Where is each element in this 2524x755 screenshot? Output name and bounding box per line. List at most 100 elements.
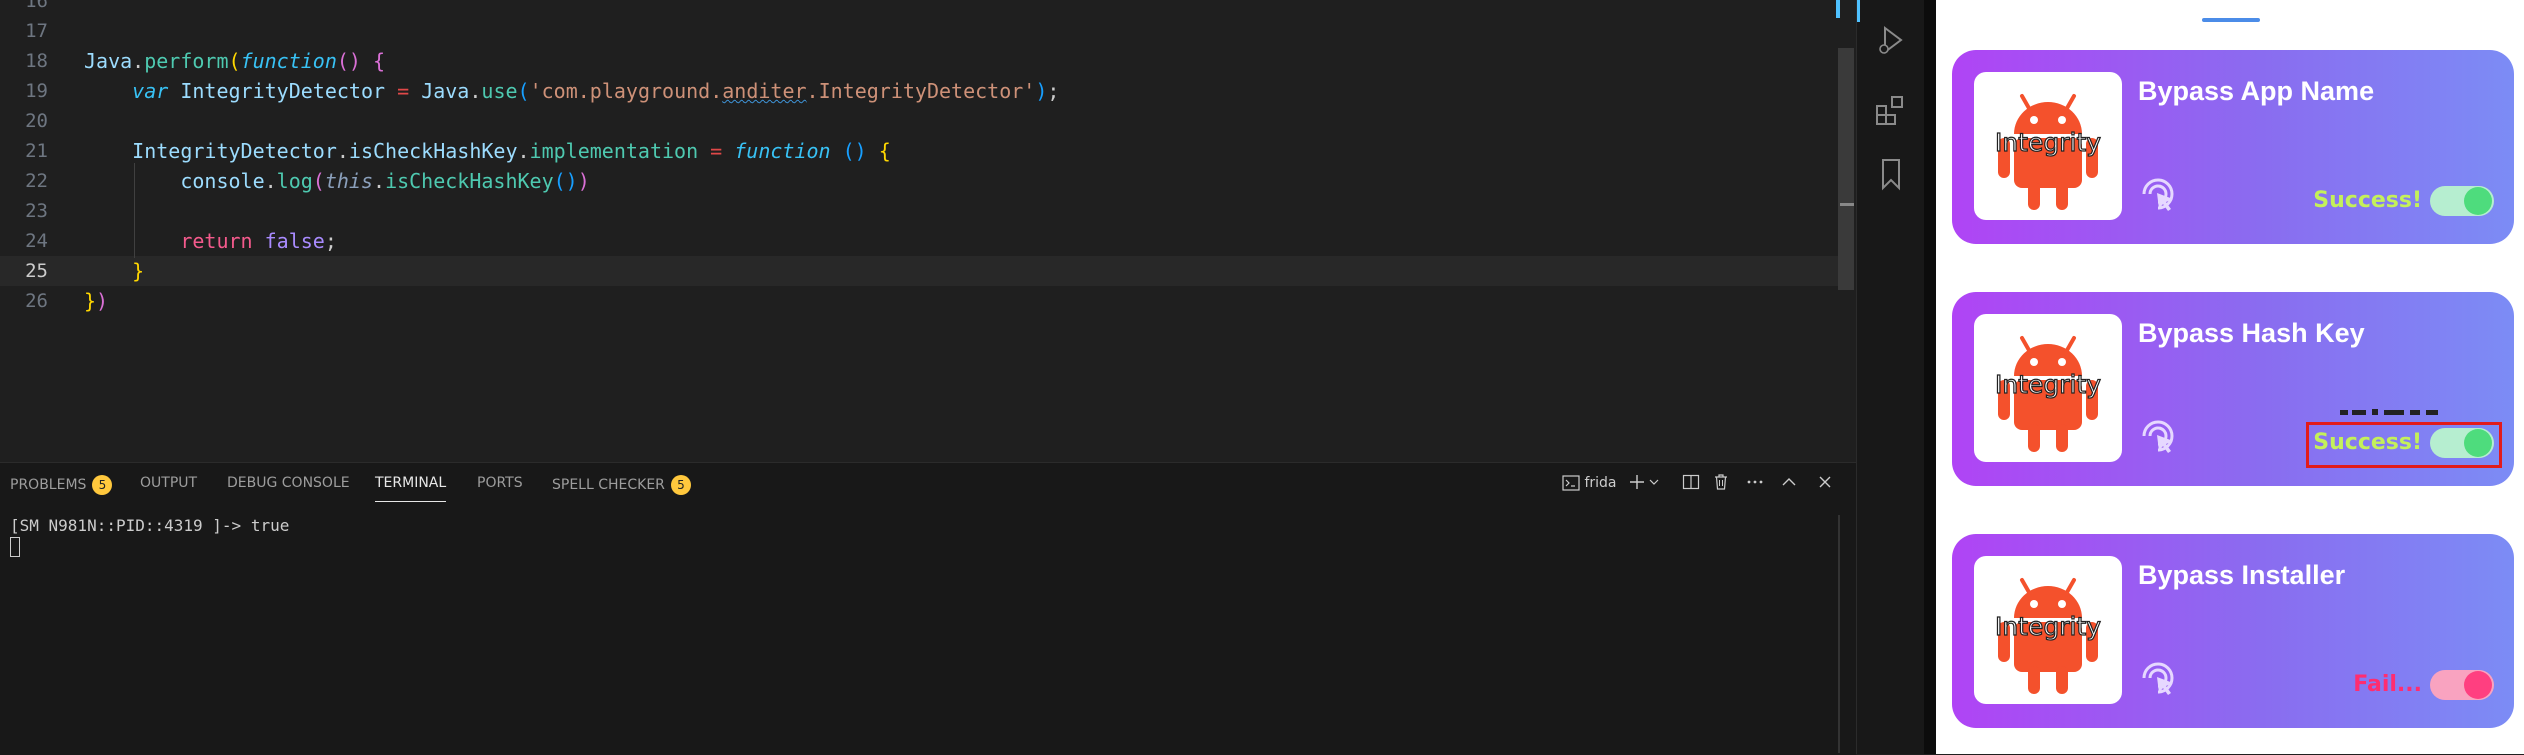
window-divider — [1924, 0, 1936, 754]
bookmark-icon[interactable] — [1873, 156, 1909, 192]
phone-app-screen: Integrity Bypass App Name Success! Integ… — [1936, 0, 2524, 754]
code-line[interactable]: 22 console.log(this.isCheckHashKey()) — [0, 166, 1840, 196]
terminal-selector[interactable]: frida — [1562, 475, 1617, 491]
line-number: 17 — [25, 20, 48, 42]
split-terminal-button[interactable] — [1682, 473, 1700, 496]
tap-cursor-icon[interactable] — [2138, 658, 2178, 698]
code-line[interactable]: 24 return false; — [0, 226, 1840, 256]
card-thumbnail: Integrity — [1974, 72, 2122, 220]
code-line[interactable]: 25 } — [0, 256, 1840, 286]
line-number: 19 — [25, 80, 48, 102]
maximize-panel-button[interactable] — [1780, 473, 1798, 496]
code-token: console — [180, 169, 265, 193]
code-text: console.log(this.isCheckHashKey()) — [84, 166, 590, 196]
split-icon — [1682, 474, 1700, 490]
status-label: Success! — [2313, 188, 2422, 213]
code-line[interactable]: 19 var IntegrityDetector = Java.use('com… — [0, 76, 1840, 106]
code-token: () — [336, 49, 361, 73]
code-token: . — [132, 49, 145, 73]
code-token: ' — [529, 79, 542, 103]
card-title: Bypass Hash Key — [2138, 318, 2365, 348]
ellipsis-icon — [1747, 480, 1763, 484]
code-token: anditer — [722, 79, 807, 103]
new-terminal-button[interactable] — [1628, 473, 1662, 496]
tab-label: PORTS — [477, 475, 523, 491]
trash-icon — [1715, 474, 1727, 490]
code-token: function — [734, 139, 831, 163]
code-text: } — [84, 256, 144, 286]
tab-label: PROBLEMS — [10, 477, 87, 493]
code-token: . — [336, 139, 349, 163]
bypass-card-app-name[interactable]: Integrity Bypass App Name Success! — [1952, 50, 2514, 244]
bypass-toggle[interactable] — [2430, 186, 2494, 216]
code-token: log — [276, 169, 313, 193]
terminal-cursor — [10, 537, 20, 557]
kill-terminal-button[interactable] — [1712, 473, 1730, 496]
terminal-output[interactable]: [SM N981N::PID::4319 ]-> true — [10, 515, 289, 537]
code-line[interactable]: 20 — [0, 106, 1840, 136]
chevron-up-icon — [1782, 478, 1796, 486]
extensions-icon[interactable] — [1873, 92, 1909, 128]
code-token: = — [710, 139, 723, 163]
thumb-label: Integrity — [1994, 369, 2102, 399]
line-number: 23 — [25, 200, 48, 222]
tab-label: DEBUG CONSOLE — [227, 475, 350, 491]
card-thumbnail: Integrity — [1974, 556, 2122, 704]
tap-cursor-icon[interactable] — [2138, 174, 2178, 214]
tab-terminal[interactable]: TERMINAL — [375, 475, 447, 502]
code-token: ; — [324, 229, 337, 253]
status-label: Fail... — [2353, 672, 2422, 697]
code-line[interactable]: 17 — [0, 16, 1840, 46]
active-indicator — [1857, 0, 1860, 22]
tab-spell-checker[interactable]: SPELL CHECKER 5 — [552, 475, 691, 495]
toggle-knob — [2464, 187, 2492, 215]
code-token: { — [373, 49, 386, 73]
code-line[interactable]: 21 IntegrityDetector.isCheckHashKey.impl… — [0, 136, 1840, 166]
line-number: 18 — [25, 50, 48, 72]
panel-tabs: PROBLEMS 5 OUTPUT DEBUG CONSOLE TERMINAL … — [0, 463, 1856, 507]
editor-scrollbar[interactable] — [1838, 48, 1854, 290]
code-line[interactable]: 26}) — [0, 286, 1840, 316]
bypass-card-hash-key[interactable]: Integrity Bypass Hash Key Success! — [1952, 292, 2514, 486]
code-token: ) — [577, 169, 590, 193]
tab-debug-console[interactable]: DEBUG CONSOLE — [227, 475, 350, 491]
code-token: } — [84, 289, 97, 313]
more-actions-button[interactable] — [1746, 473, 1764, 496]
close-icon — [1819, 476, 1831, 488]
code-line[interactable]: 23 — [0, 196, 1840, 226]
tab-output[interactable]: OUTPUT — [140, 475, 197, 491]
run-debug-icon[interactable] — [1873, 22, 1909, 58]
tab-problems[interactable]: PROBLEMS 5 — [10, 475, 113, 495]
card-title: Bypass Installer — [2138, 560, 2346, 590]
line-number: 21 — [25, 140, 48, 162]
tab-ports[interactable]: PORTS — [477, 475, 523, 491]
terminal-scrollbar[interactable] — [1838, 515, 1840, 753]
code-token: ) — [1035, 79, 1048, 103]
code-token: isCheckHashKey — [348, 139, 518, 163]
scrollbar-cursor-marker — [1840, 203, 1854, 206]
plus-icon — [1630, 475, 1659, 489]
code-token: false — [264, 229, 325, 253]
tap-cursor-icon[interactable] — [2138, 416, 2178, 456]
code-line[interactable]: 18 Java.perform(function() { — [0, 46, 1840, 76]
code-token: Java — [421, 79, 470, 103]
terminal-icon — [1562, 475, 1580, 491]
tab-indicator — [2202, 18, 2260, 22]
code-token: . — [469, 79, 482, 103]
bypass-card-installer[interactable]: Integrity Bypass Installer Fail... — [1952, 534, 2514, 728]
line-number: 24 — [25, 230, 48, 252]
code-editor[interactable]: 16 17 18 Java.perform(function() {19 var I… — [0, 0, 1856, 462]
code-token: isCheckHashKey — [385, 169, 554, 193]
code-token: use — [481, 79, 518, 103]
code-token: ( — [228, 49, 241, 73]
close-panel-button[interactable] — [1816, 473, 1834, 496]
code-token: = — [397, 79, 410, 103]
problems-badge: 5 — [92, 475, 113, 495]
code-token: ( — [517, 79, 530, 103]
code-token: var — [132, 79, 169, 103]
bypass-toggle[interactable] — [2430, 670, 2494, 700]
code-token: ; — [1047, 79, 1060, 103]
